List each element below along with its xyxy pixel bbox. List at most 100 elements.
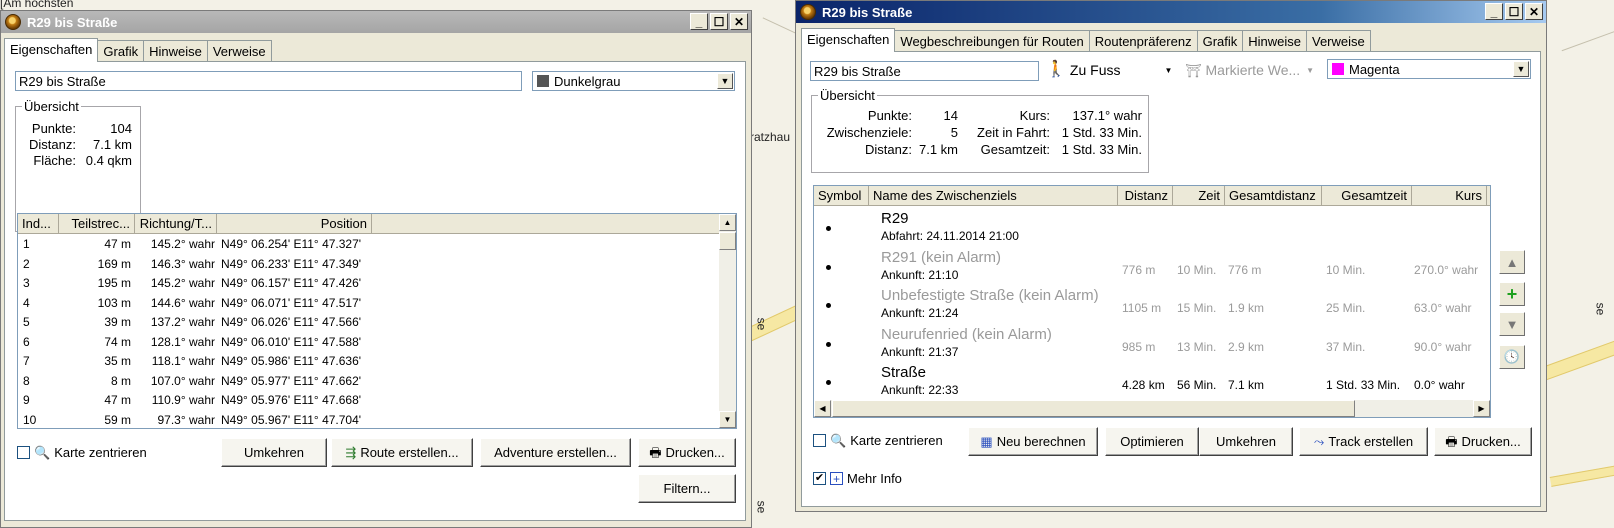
table-row[interactable]: 1 47 m 145.2° wahr N49° 06.254' E11° 47.327… [18, 235, 718, 254]
scroll-thumb[interactable] [832, 400, 1355, 417]
checkbox[interactable]: ✔ [813, 472, 826, 485]
table-row[interactable]: 5 39 m 137.2° wahr N49° 06.026' E11° 47.566… [18, 313, 718, 332]
list-item[interactable]: Unbefestigte Straße (kein Alarm) Ankunft:… [814, 286, 1490, 324]
column-header-course[interactable]: Kurs [1412, 186, 1487, 206]
recalculate-button[interactable]: ▦ Neu berechnen [968, 427, 1098, 456]
marked-paths-select[interactable]: ⛩ Markierte We... ▼ [1185, 59, 1323, 81]
add-waypoint-button[interactable]: + [1499, 282, 1525, 306]
table-row[interactable]: 2 169 m 146.3° wahr N49° 06.233' E11° 47.34… [18, 255, 718, 274]
center-map-checkbox[interactable]: 🔍 Karte zentrieren [17, 445, 147, 460]
points-value: 104 [110, 121, 132, 136]
left-window-titlebar[interactable]: R29 bis Straße _ ☐ ✕ [1, 11, 751, 33]
scroll-right-button[interactable]: ▶ [1473, 400, 1490, 417]
list-item[interactable]: Straße Ankunft: 22:33 4.28 km 56 Min. 7.1 km… [814, 363, 1490, 401]
list-item[interactable]: R291 (kein Alarm) Ankunft: 21:10 776 m 10 M… [814, 248, 1490, 286]
tab-grafik[interactable]: Grafik [1196, 30, 1244, 51]
table-row[interactable]: 6 74 m 128.1° wahr N49° 06.010' E11° 47.588… [18, 333, 718, 352]
chevron-down-icon[interactable]: ▼ [1513, 61, 1529, 77]
scroll-left-button[interactable]: ◀ [814, 400, 831, 417]
create-track-button[interactable]: ⤳ Track erstellen [1299, 427, 1428, 456]
vertical-scrollbar[interactable]: ▲ ▼ [719, 214, 736, 428]
properties-panel: R29 bis Straße 🚶 Zu Fuss ▼ ⛩ Markierte W… [801, 51, 1541, 507]
column-header-segment[interactable]: Teilstrec... [59, 214, 135, 234]
travel-mode-select[interactable]: 🚶 Zu Fuss ▼ [1046, 59, 1180, 81]
column-header-total-distance[interactable]: Gesamtdistanz [1225, 186, 1322, 206]
minimize-button[interactable]: _ [1485, 3, 1503, 20]
move-up-button[interactable]: ▲ [1499, 250, 1525, 274]
close-button[interactable]: ✕ [730, 13, 748, 30]
color-select[interactable]: Magenta ▼ [1327, 59, 1531, 79]
maximize-button[interactable]: ☐ [1505, 3, 1523, 20]
tab-hinweise[interactable]: Hinweise [143, 40, 208, 61]
track-points-list[interactable]: Ind... Teilstrec... Richtung/T... Positi… [17, 213, 737, 429]
column-header-direction[interactable]: Richtung/T... [135, 214, 217, 234]
reverse-button[interactable]: Umkehren [221, 438, 327, 467]
table-cell: N49° 05.977' E11° 47.662' [221, 373, 362, 388]
marked-paths-value: Markierte We... [1205, 62, 1301, 78]
waypoint-name: Unbefestigte Straße (kein Alarm) [881, 287, 1099, 304]
route-icon: ⇶ [345, 445, 357, 460]
reverse-button[interactable]: Umkehren [1199, 427, 1293, 456]
table-row[interactable]: 10 59 m 97.3° wahr N49° 05.967' E11° 47.704… [18, 411, 718, 429]
list-item[interactable]: R29 Abfahrt: 24.11.2014 21:00 [814, 209, 1490, 247]
center-map-checkbox[interactable]: 🔍 Karte zentrieren [813, 433, 943, 448]
info-plus-icon: + [830, 472, 843, 485]
course-label: Kurs: [1019, 108, 1050, 123]
tab-hinweise[interactable]: Hinweise [1242, 30, 1307, 51]
tab-verweise[interactable]: Verweise [1306, 30, 1371, 51]
list-item[interactable]: Neurufenried (kein Alarm) Ankunft: 21:37 9… [814, 325, 1490, 363]
column-header-symbol[interactable]: Symbol [814, 186, 869, 206]
tab-wegbeschreibungen[interactable]: Wegbeschreibungen für Routen [894, 30, 1090, 51]
column-header-index[interactable]: Ind... [18, 214, 59, 234]
scroll-thumb[interactable] [719, 232, 736, 250]
column-header-position[interactable]: Position [217, 214, 372, 234]
more-info-checkbox[interactable]: ✔ + Mehr Info [813, 471, 902, 486]
map-label: [Am höchsten [0, 0, 74, 10]
color-select[interactable]: Dunkelgrau ▼ [532, 71, 735, 91]
create-adventure-button[interactable]: Adventure erstellen... [480, 438, 631, 467]
waypoint-name: Straße [881, 364, 927, 381]
route-name-input[interactable]: R29 bis Straße [15, 71, 522, 91]
table-row[interactable]: 3 195 m 145.2° wahr N49° 06.157' E11° 47.42… [18, 274, 718, 293]
tab-eigenschaften[interactable]: Eigenschaften [4, 38, 99, 62]
table-cell: 1 [23, 237, 30, 251]
table-cell: 8 [23, 373, 30, 388]
checkbox[interactable] [813, 434, 826, 447]
table-row[interactable]: 4 103 m 144.6° wahr N49° 06.071' E11° 47.51… [18, 294, 718, 313]
print-button[interactable]: 🖶 Drucken... [1434, 427, 1532, 456]
travel-time-label: Zeit in Fahrt: [977, 125, 1050, 140]
table-row[interactable]: 9 47 m 110.9° wahr N49° 05.976' E11° 47.668… [18, 391, 718, 410]
clock-icon[interactable]: 🕓 [1499, 345, 1525, 369]
tab-grafik[interactable]: Grafik [97, 40, 145, 61]
move-down-button[interactable]: ▼ [1499, 312, 1525, 336]
checkbox[interactable] [17, 446, 30, 459]
tab-routenpraeferenz[interactable]: Routenpräferenz [1088, 30, 1198, 51]
column-header-name[interactable]: Name des Zwischenziels [869, 186, 1118, 206]
column-header-total-time[interactable]: Gesamtzeit [1322, 186, 1412, 206]
scroll-up-button[interactable]: ▲ [719, 214, 736, 231]
horizontal-scrollbar[interactable]: ◀ ▶ [814, 400, 1490, 417]
maximize-button[interactable]: ☐ [710, 13, 728, 30]
close-button[interactable]: ✕ [1525, 3, 1543, 20]
route-name-input[interactable]: R29 bis Straße [810, 61, 1039, 81]
road-sign-icon: ⛩ [1185, 62, 1202, 78]
chevron-down-icon: ▼ [1164, 65, 1173, 75]
chevron-down-icon[interactable]: ▼ [717, 73, 733, 89]
filter-button[interactable]: Filtern... [638, 474, 736, 503]
column-header-distance[interactable]: Distanz [1118, 186, 1173, 206]
optimize-button[interactable]: Optimieren [1105, 427, 1199, 456]
table-row[interactable]: 7 35 m 118.1° wahr N49° 05.986' E11° 47.636… [18, 352, 718, 371]
table-row[interactable]: 8 8 m 107.0° wahr N49° 05.977' E11° 47.662' [18, 372, 718, 391]
create-route-button[interactable]: ⇶ Route erstellen... [331, 438, 473, 467]
scroll-down-button[interactable]: ▼ [719, 411, 736, 428]
minimize-button[interactable]: _ [690, 13, 708, 30]
distance-label: Distanz: [865, 142, 912, 157]
table-cell: 5 [23, 315, 30, 329]
tab-eigenschaften[interactable]: Eigenschaften [801, 28, 896, 52]
column-header-time[interactable]: Zeit [1173, 186, 1225, 206]
waypoints-list[interactable]: Symbol Name des Zwischenziels Distanz Ze… [813, 185, 1491, 418]
table-cell: 6 [23, 334, 30, 349]
tab-verweise[interactable]: Verweise [206, 40, 272, 61]
print-button[interactable]: 🖶 Drucken... [638, 438, 736, 467]
right-window-titlebar[interactable]: R29 bis Straße _ ☐ ✕ [796, 1, 1546, 23]
